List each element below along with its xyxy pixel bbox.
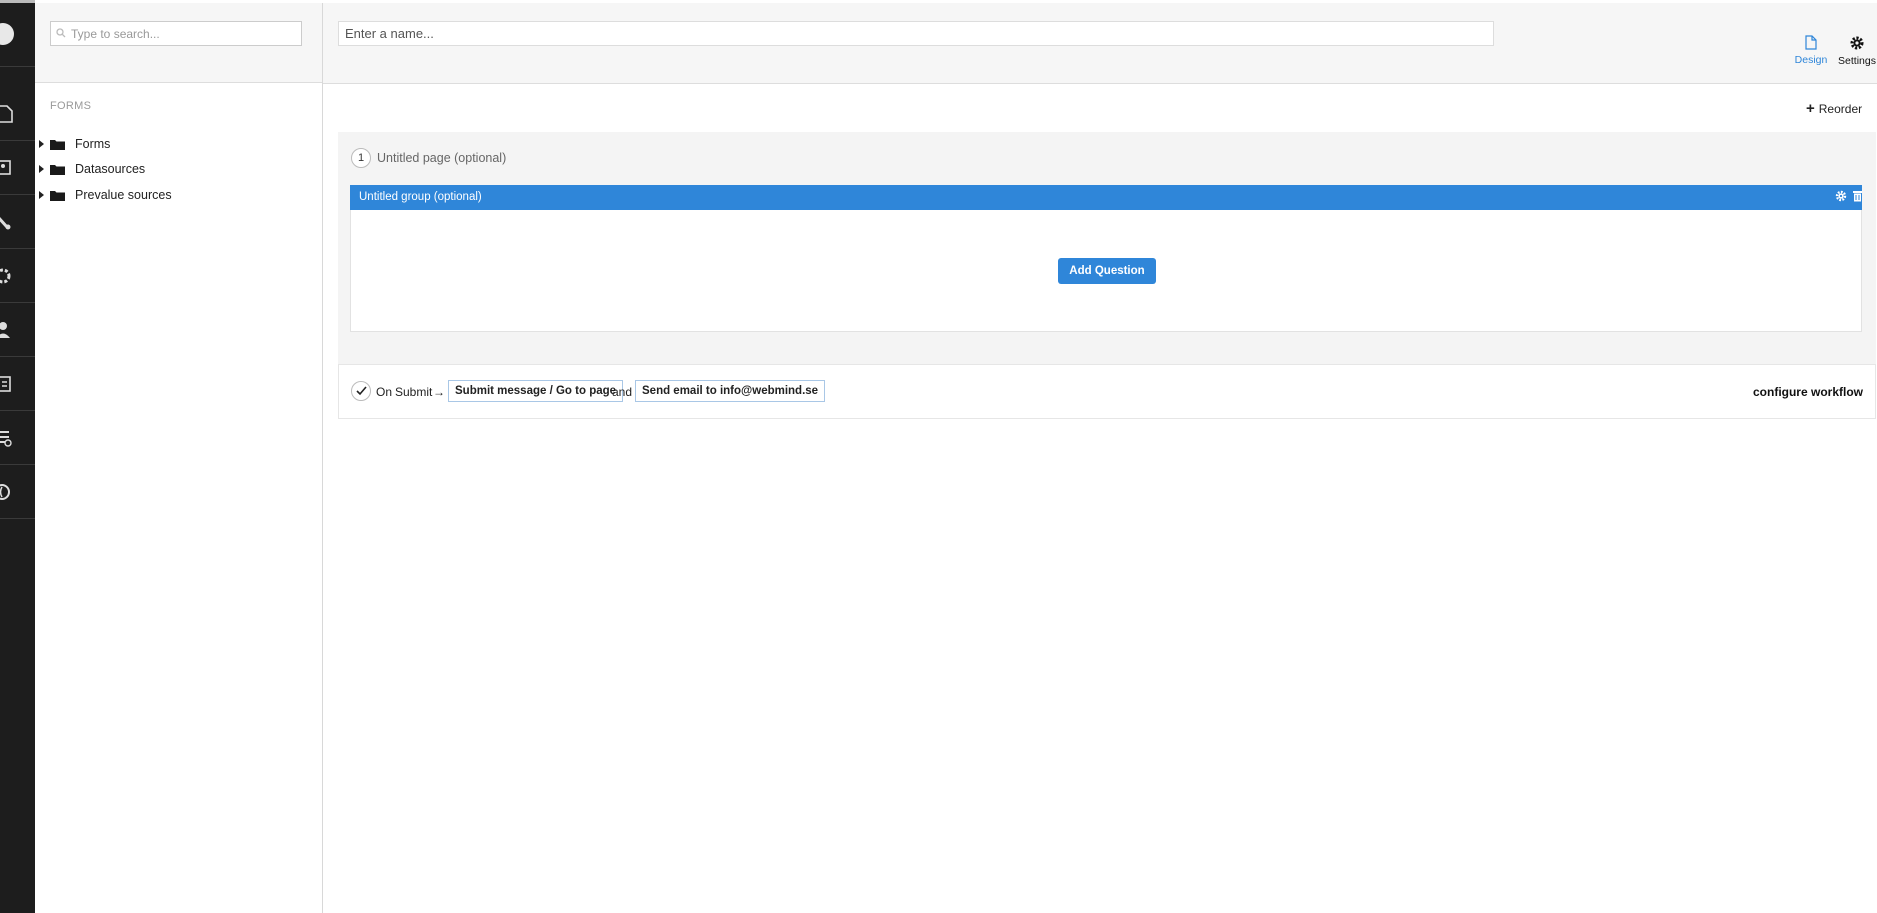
- workflow-bar: On Submit → Submit message / Go to page …: [338, 364, 1876, 419]
- rail-media[interactable]: [0, 141, 35, 195]
- workflow-chip-send-email[interactable]: Send email to info@webmind.se: [635, 380, 826, 402]
- group-body: Add Question: [350, 210, 1862, 332]
- wrench-icon[interactable]: [0, 214, 14, 230]
- search-icon: [56, 28, 66, 38]
- expand-caret-icon[interactable]: [39, 140, 44, 148]
- workflow-submit-label: Submit: [395, 385, 433, 399]
- add-question-button[interactable]: Add Question: [1058, 258, 1156, 284]
- folder-icon: [50, 164, 65, 175]
- gear-icon[interactable]: [1835, 190, 1847, 202]
- design-tab-button[interactable]: Design: [1789, 35, 1833, 75]
- user-avatar-icon[interactable]: [0, 23, 14, 45]
- tree-panel: FORMS Forms Datasources Prevalue sources: [35, 3, 323, 913]
- checkmark-icon: [356, 386, 367, 396]
- group-header: Untitled group (optional): [350, 185, 1862, 210]
- tree-item-forms[interactable]: Forms: [39, 133, 309, 155]
- trash-icon[interactable]: [1852, 190, 1863, 202]
- tree-item-datasources[interactable]: Datasources: [39, 158, 309, 180]
- tree-item-prevalue-sources[interactable]: Prevalue sources: [39, 184, 309, 206]
- gear-icon: [1850, 36, 1864, 50]
- left-navigation-rail: [0, 0, 35, 913]
- tree-section-label: FORMS: [50, 100, 92, 112]
- plus-icon: +: [1806, 100, 1815, 117]
- workflow-status: [351, 381, 371, 401]
- globe-icon[interactable]: [0, 483, 14, 501]
- rail-developer[interactable]: [0, 249, 35, 303]
- workflow-and-label: and: [612, 385, 633, 399]
- form-page: 1 Untitled page (optional) Untitled grou…: [338, 132, 1876, 364]
- rail-settings-wrench[interactable]: [0, 195, 35, 249]
- workflow-on-label: On: [376, 385, 393, 399]
- expand-caret-icon[interactable]: [39, 165, 44, 173]
- settings-tab-button[interactable]: Settings: [1835, 35, 1877, 75]
- expand-caret-icon[interactable]: [39, 191, 44, 199]
- document-icon[interactable]: [0, 104, 14, 123]
- configure-workflow-link[interactable]: configure workflow: [1753, 385, 1863, 399]
- media-icon[interactable]: [0, 159, 14, 176]
- rail-translation[interactable]: [0, 465, 35, 519]
- tree-header: [35, 3, 322, 83]
- workflow-chip-submit-message[interactable]: Submit message / Go to page: [448, 380, 624, 402]
- user-icon[interactable]: [0, 321, 14, 339]
- rail-forms[interactable]: [0, 411, 35, 465]
- rail-members[interactable]: [0, 357, 35, 411]
- editor-header: Design Settings: [323, 3, 1877, 84]
- document-icon: [1805, 35, 1817, 50]
- tree-item-label: Forms: [75, 137, 111, 151]
- tree-item-label: Datasources: [75, 162, 146, 176]
- folder-icon: [50, 139, 65, 150]
- reorder-button[interactable]: + Reorder: [1806, 100, 1862, 117]
- tree-search-input[interactable]: [71, 24, 299, 43]
- arrow-right-icon: →: [433, 385, 445, 399]
- tree-search-box[interactable]: [50, 21, 302, 46]
- form-name-input[interactable]: [338, 21, 1494, 46]
- folder-icon: [50, 190, 65, 201]
- page-title[interactable]: Untitled page (optional): [377, 151, 506, 165]
- reorder-label: Reorder: [1818, 101, 1863, 116]
- gear-icon[interactable]: [0, 267, 14, 285]
- forms-icon[interactable]: [0, 429, 14, 447]
- page-number-badge: 1: [351, 148, 371, 168]
- settings-tab-label: Settings: [1838, 55, 1876, 67]
- design-tab-label: Design: [1794, 54, 1828, 66]
- list-icon[interactable]: [0, 375, 14, 393]
- rail-user[interactable]: [0, 3, 35, 67]
- rail-content[interactable]: [0, 87, 35, 141]
- tree-item-label: Prevalue sources: [75, 188, 172, 202]
- group-title[interactable]: Untitled group (optional): [359, 191, 482, 203]
- rail-users[interactable]: [0, 303, 35, 357]
